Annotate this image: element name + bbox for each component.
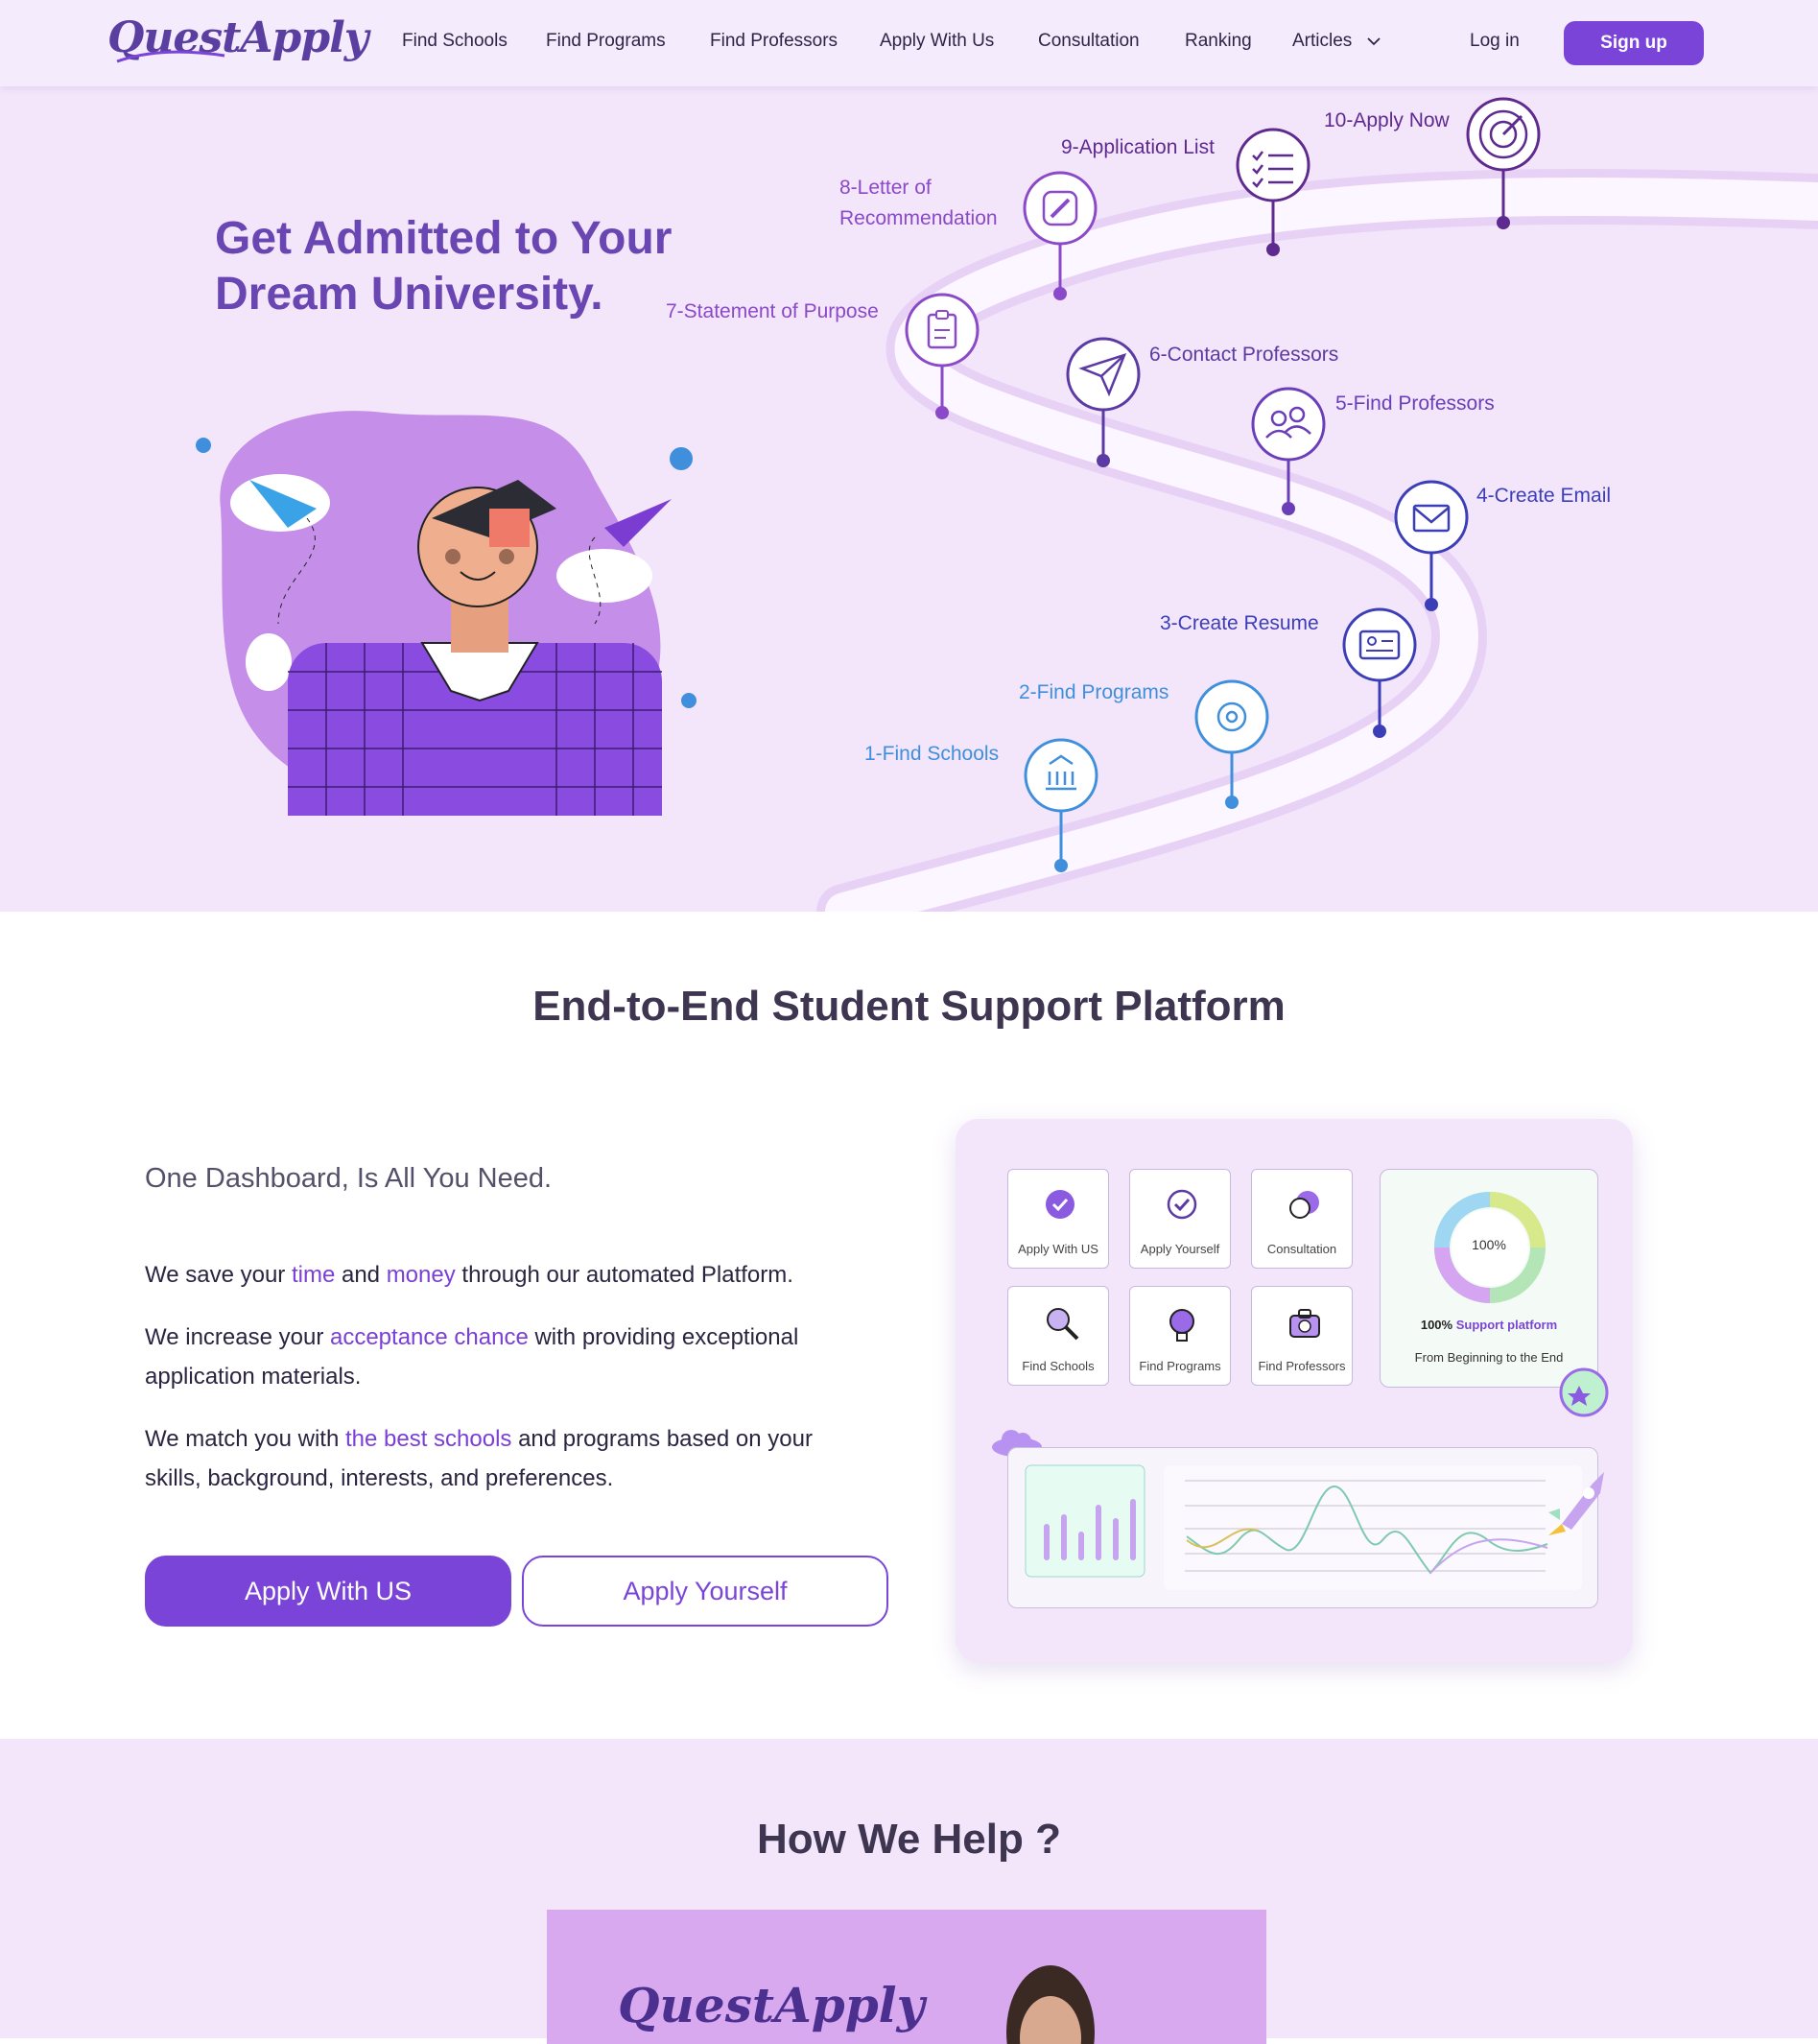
step-label-9: 9-Application List xyxy=(1061,136,1215,158)
step-9-marker xyxy=(1236,128,1310,256)
platform-subtitle: One Dashboard, Is All You Need. xyxy=(145,1163,553,1194)
step-label-8b: Recommendation xyxy=(839,207,998,229)
support-progress-card: 100% 100% Support platform From Beginnin… xyxy=(1380,1169,1598,1388)
check-circle-icon xyxy=(1167,1189,1197,1220)
how-we-help-title: How We Help ? xyxy=(757,1816,1061,1863)
step-4-marker xyxy=(1394,480,1469,611)
step-label-4: 4-Create Email xyxy=(1476,485,1612,507)
step-label-6: 6-Contact Professors xyxy=(1149,344,1339,366)
top-nav-bar: QuestApply Find Schools Find Programs Fi… xyxy=(0,0,1818,86)
logo-swoosh-icon xyxy=(116,50,225,63)
lightbulb-icon xyxy=(1169,1309,1194,1342)
step-label-1: 1-Find Schools xyxy=(864,743,1000,765)
progress-value: 100% xyxy=(1472,1237,1506,1252)
apply-with-us-button[interactable]: Apply With US xyxy=(145,1556,511,1627)
platform-paragraph-3: We match you with the best schools and p… xyxy=(145,1426,813,1491)
step-label-7: 7-Statement of Purpose xyxy=(666,300,879,322)
step-label-5: 5-Find Professors xyxy=(1335,392,1495,415)
platform-title: End-to-End Student Support Platform xyxy=(532,983,1286,1030)
step-3-marker xyxy=(1342,607,1417,738)
nav-apply-with-us[interactable]: Apply With Us xyxy=(880,31,994,52)
intro-video[interactable]: QuestApply xyxy=(547,1910,1266,2044)
badge-check-icon xyxy=(1046,1190,1074,1219)
step-label-10: 10-Apply Now xyxy=(1324,109,1450,131)
step-7-marker xyxy=(905,293,980,419)
support-sub-label: From Beginning to the End xyxy=(1414,1350,1564,1365)
tile-find-professors[interactable]: Find Professors xyxy=(1251,1286,1353,1386)
video-brand-logo: QuestApply xyxy=(618,1977,925,2033)
nav-find-schools[interactable]: Find Schools xyxy=(402,31,508,52)
step-5-marker xyxy=(1251,387,1326,515)
nav-find-programs[interactable]: Find Programs xyxy=(546,31,666,52)
platform-paragraph-1: We save your time and money through our … xyxy=(145,1262,793,1288)
step-10-marker xyxy=(1466,97,1541,229)
rocket-icon xyxy=(1548,1472,1604,1535)
briefcase-icon xyxy=(1289,1309,1320,1338)
nav-find-professors[interactable]: Find Professors xyxy=(710,31,838,52)
step-6-marker xyxy=(1066,337,1141,467)
nav-articles[interactable]: Articles xyxy=(1292,31,1352,52)
chevron-down-icon[interactable] xyxy=(1366,36,1381,46)
step-1-marker xyxy=(1024,738,1098,872)
platform-paragraph-2: We increase your acceptance chance with … xyxy=(145,1324,799,1390)
apply-yourself-button[interactable]: Apply Yourself xyxy=(522,1556,888,1627)
tile-apply-yourself[interactable]: Apply Yourself xyxy=(1129,1169,1231,1269)
presenter-image xyxy=(1006,1965,1095,2044)
hero-section: Get Admitted to Your Dream University. 1… xyxy=(0,86,1818,912)
analytics-chart xyxy=(1025,1464,1582,1590)
step-label-3: 3-Create Resume xyxy=(1160,612,1319,634)
signup-button[interactable]: Sign up xyxy=(1564,21,1704,65)
chat-bubble-icon xyxy=(1289,1191,1319,1219)
magnifier-icon xyxy=(1047,1308,1079,1341)
tile-consultation[interactable]: Consultation xyxy=(1251,1169,1353,1269)
login-link[interactable]: Log in xyxy=(1470,31,1520,52)
step-label-2: 2-Find Programs xyxy=(1019,681,1169,703)
tile-apply-with-us[interactable]: Apply With US xyxy=(1007,1169,1109,1269)
step-2-marker xyxy=(1194,679,1269,809)
tile-find-schools[interactable]: Find Schools xyxy=(1007,1286,1109,1386)
dashboard-preview: Apply With US Apply Yourself Consultatio… xyxy=(956,1119,1633,1662)
nav-ranking[interactable]: Ranking xyxy=(1185,31,1252,52)
support-label: 100% Support platform xyxy=(1420,1318,1558,1332)
tile-find-programs[interactable]: Find Programs xyxy=(1129,1286,1231,1386)
nav-consultation[interactable]: Consultation xyxy=(1038,31,1140,52)
how-we-help-section: How We Help ? QuestApply xyxy=(0,1739,1818,2044)
analytics-card xyxy=(1007,1447,1598,1608)
badge-sticker-icon xyxy=(1559,1367,1609,1417)
step-label-8: 8-Letter of xyxy=(839,177,932,199)
step-8-marker xyxy=(1023,171,1098,300)
